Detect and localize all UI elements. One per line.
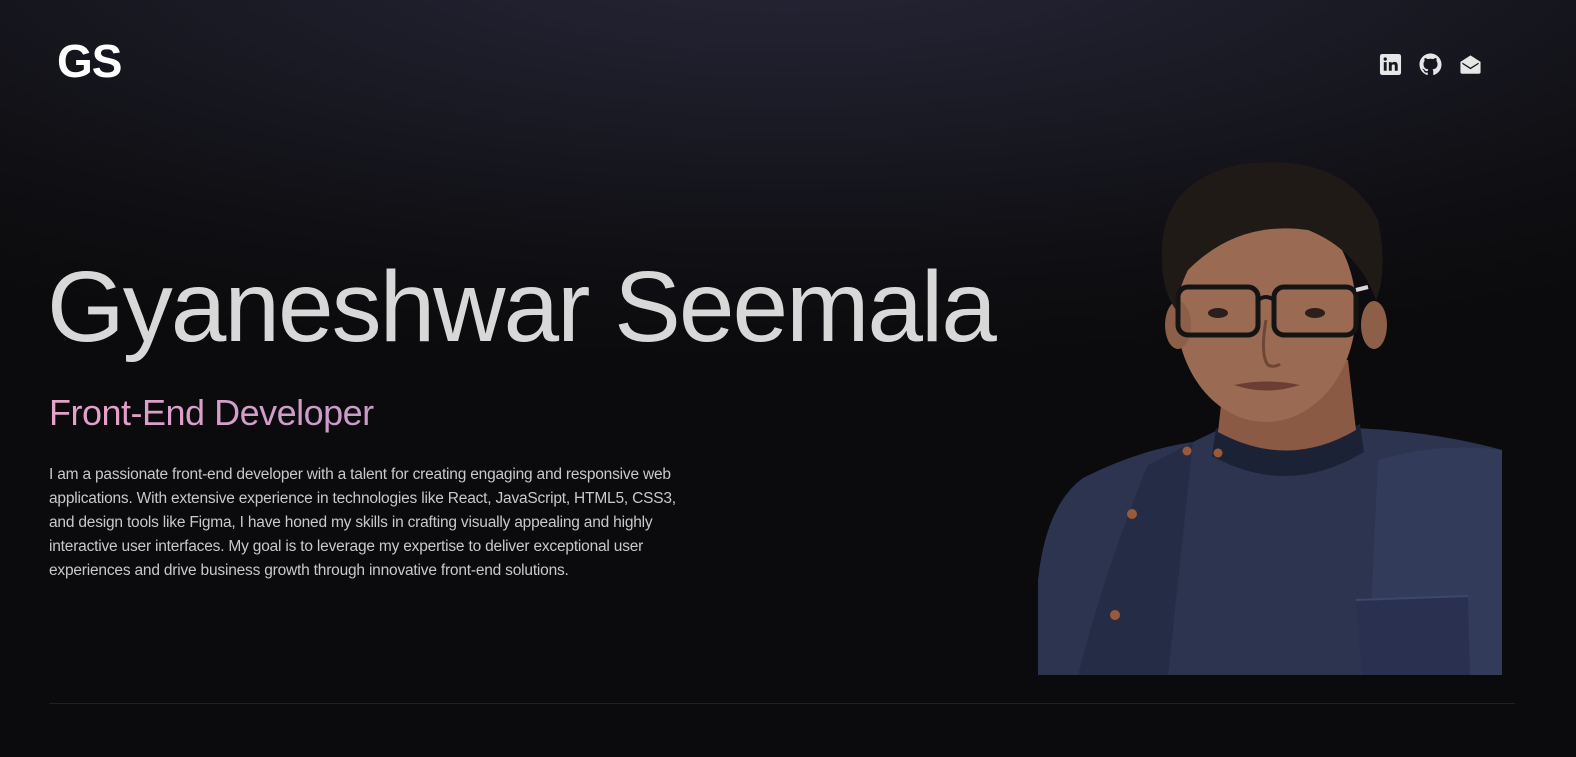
linkedin-link[interactable] xyxy=(1379,53,1402,76)
hero-name: Gyaneshwar Seemala xyxy=(47,251,997,363)
hero-role: Front-End Developer xyxy=(49,392,374,433)
github-icon xyxy=(1419,53,1442,75)
mail-icon xyxy=(1460,55,1481,74)
github-link[interactable] xyxy=(1419,53,1442,76)
profile-photo xyxy=(1038,160,1502,675)
section-divider xyxy=(49,703,1515,704)
logo[interactable]: GS xyxy=(57,38,122,84)
linkedin-icon xyxy=(1379,53,1402,76)
hero-bio: I am a passionate front-end developer wi… xyxy=(49,466,676,579)
social-links xyxy=(1379,53,1482,76)
email-link[interactable] xyxy=(1459,53,1482,76)
